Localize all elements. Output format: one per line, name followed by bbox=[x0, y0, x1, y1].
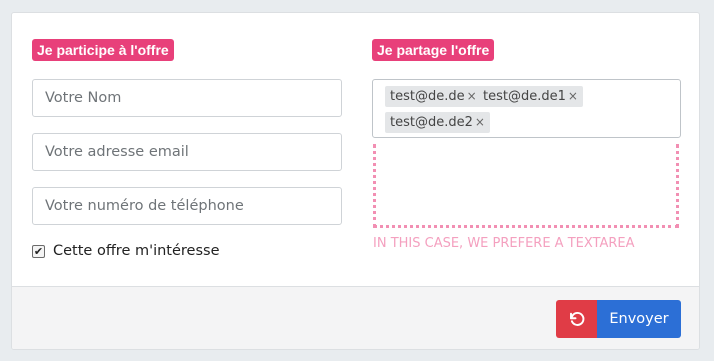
action-button-group: Envoyer bbox=[556, 300, 681, 338]
share-badge: Je partage l'offre bbox=[372, 39, 495, 61]
remove-tag-icon[interactable]: × bbox=[568, 89, 578, 103]
email-tag: test@de.de2 × bbox=[385, 112, 490, 133]
participate-badge: Je participe à l'offre bbox=[32, 39, 174, 61]
offer-card: Je participe à l'offre Je partage l'offr… bbox=[11, 12, 700, 350]
undo-icon bbox=[569, 312, 584, 326]
name-input[interactable] bbox=[32, 79, 342, 117]
email-tag: test@de.de1 × bbox=[478, 86, 583, 107]
remove-tag-icon[interactable]: × bbox=[475, 115, 485, 129]
textarea-placeholder-outline bbox=[373, 144, 679, 228]
email-tag: test@de.de × bbox=[385, 86, 482, 107]
tag-label: test@de.de bbox=[390, 89, 465, 104]
interest-checkbox-row[interactable]: ✔ Cette offre m'intéresse bbox=[32, 243, 220, 259]
email-input[interactable] bbox=[32, 133, 342, 171]
interest-checkbox[interactable]: ✔ bbox=[32, 244, 45, 258]
tag-label: test@de.de2 bbox=[390, 115, 473, 130]
reset-button[interactable] bbox=[556, 300, 597, 338]
textarea-note: IN THIS CASE, WE PREFERE A TEXTAREA bbox=[373, 236, 635, 251]
tag-label: test@de.de1 bbox=[483, 89, 566, 104]
remove-tag-icon[interactable]: × bbox=[467, 89, 477, 103]
phone-input[interactable] bbox=[32, 187, 342, 225]
send-button[interactable]: Envoyer bbox=[597, 300, 681, 338]
interest-checkbox-label: Cette offre m'intéresse bbox=[53, 243, 220, 259]
